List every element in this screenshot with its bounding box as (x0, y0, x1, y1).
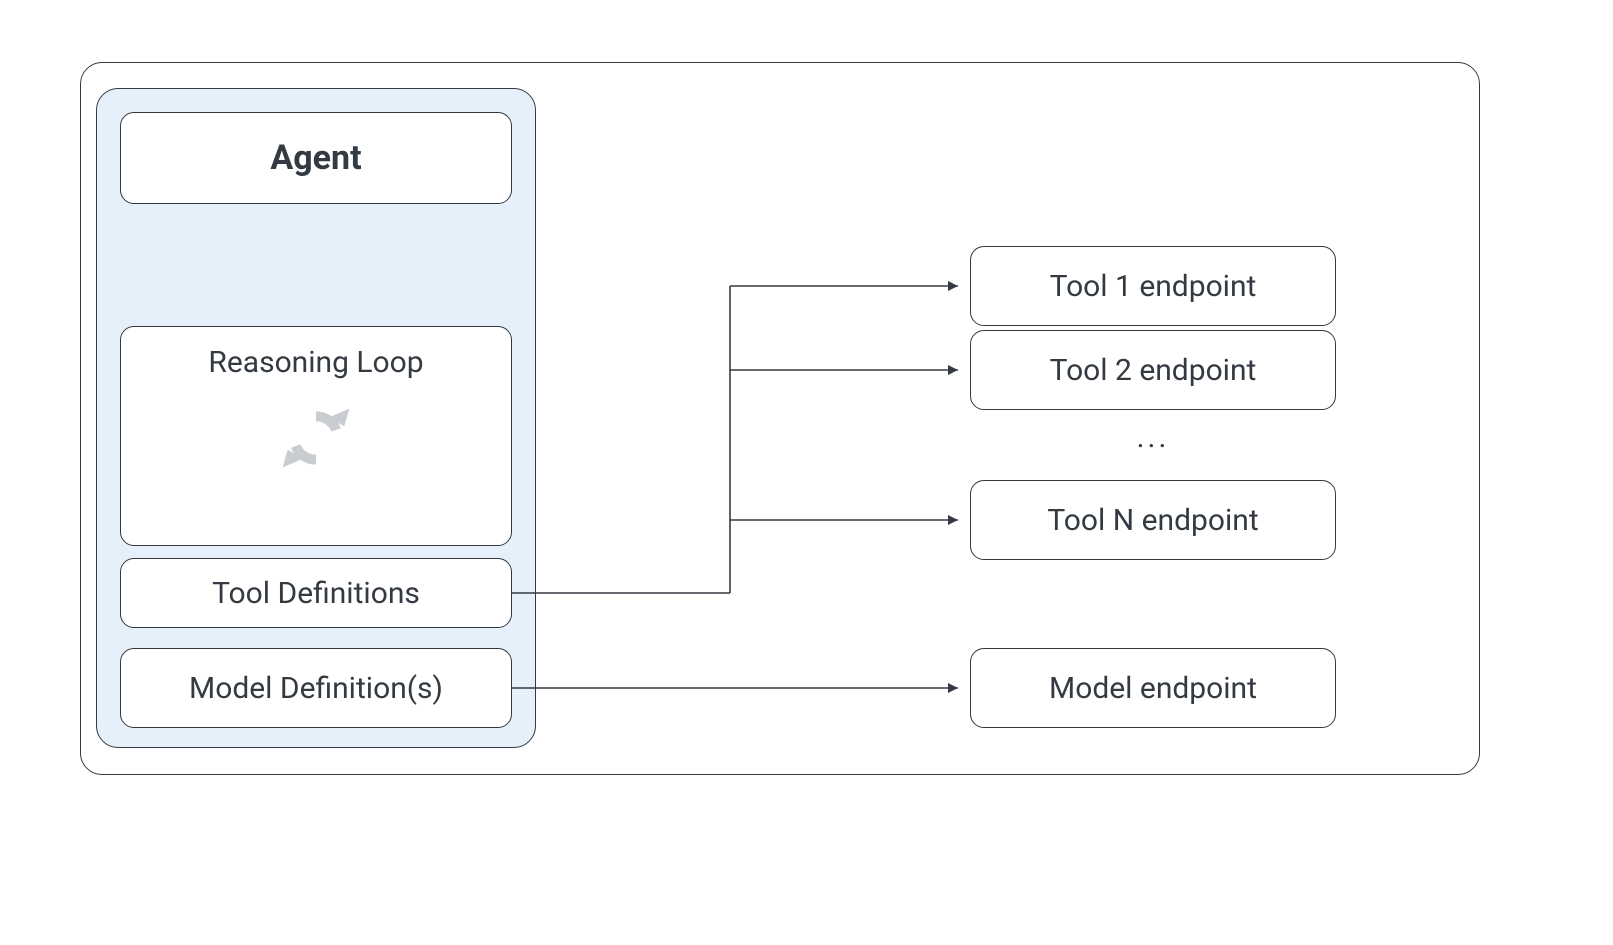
ellipsis-label: ... (1137, 420, 1170, 455)
diagram-canvas: Agent Reasoning Loop Tool Definitions Mo… (0, 0, 1613, 945)
tool-1-endpoint-label: Tool 1 endpoint (1050, 269, 1257, 304)
reasoning-loop-label: Reasoning Loop (208, 345, 423, 380)
tool-ellipsis: ... (970, 420, 1336, 455)
model-definitions-label: Model Definition(s) (189, 671, 443, 706)
tool-definitions-box: Tool Definitions (120, 558, 512, 628)
tool-n-endpoint-label: Tool N endpoint (1047, 503, 1258, 538)
model-endpoint-label: Model endpoint (1049, 671, 1257, 706)
model-definitions-box: Model Definition(s) (120, 648, 512, 728)
tool-definitions-label: Tool Definitions (212, 576, 420, 611)
reasoning-loop-box: Reasoning Loop (120, 326, 512, 546)
tool-2-endpoint-box: Tool 2 endpoint (970, 330, 1336, 410)
agent-title-box: Agent (120, 112, 512, 204)
model-endpoint-box: Model endpoint (970, 648, 1336, 728)
agent-title-label: Agent (270, 138, 361, 178)
refresh-cycle-icon (276, 398, 356, 478)
tool-1-endpoint-box: Tool 1 endpoint (970, 246, 1336, 326)
tool-2-endpoint-label: Tool 2 endpoint (1050, 353, 1257, 388)
tool-n-endpoint-box: Tool N endpoint (970, 480, 1336, 560)
